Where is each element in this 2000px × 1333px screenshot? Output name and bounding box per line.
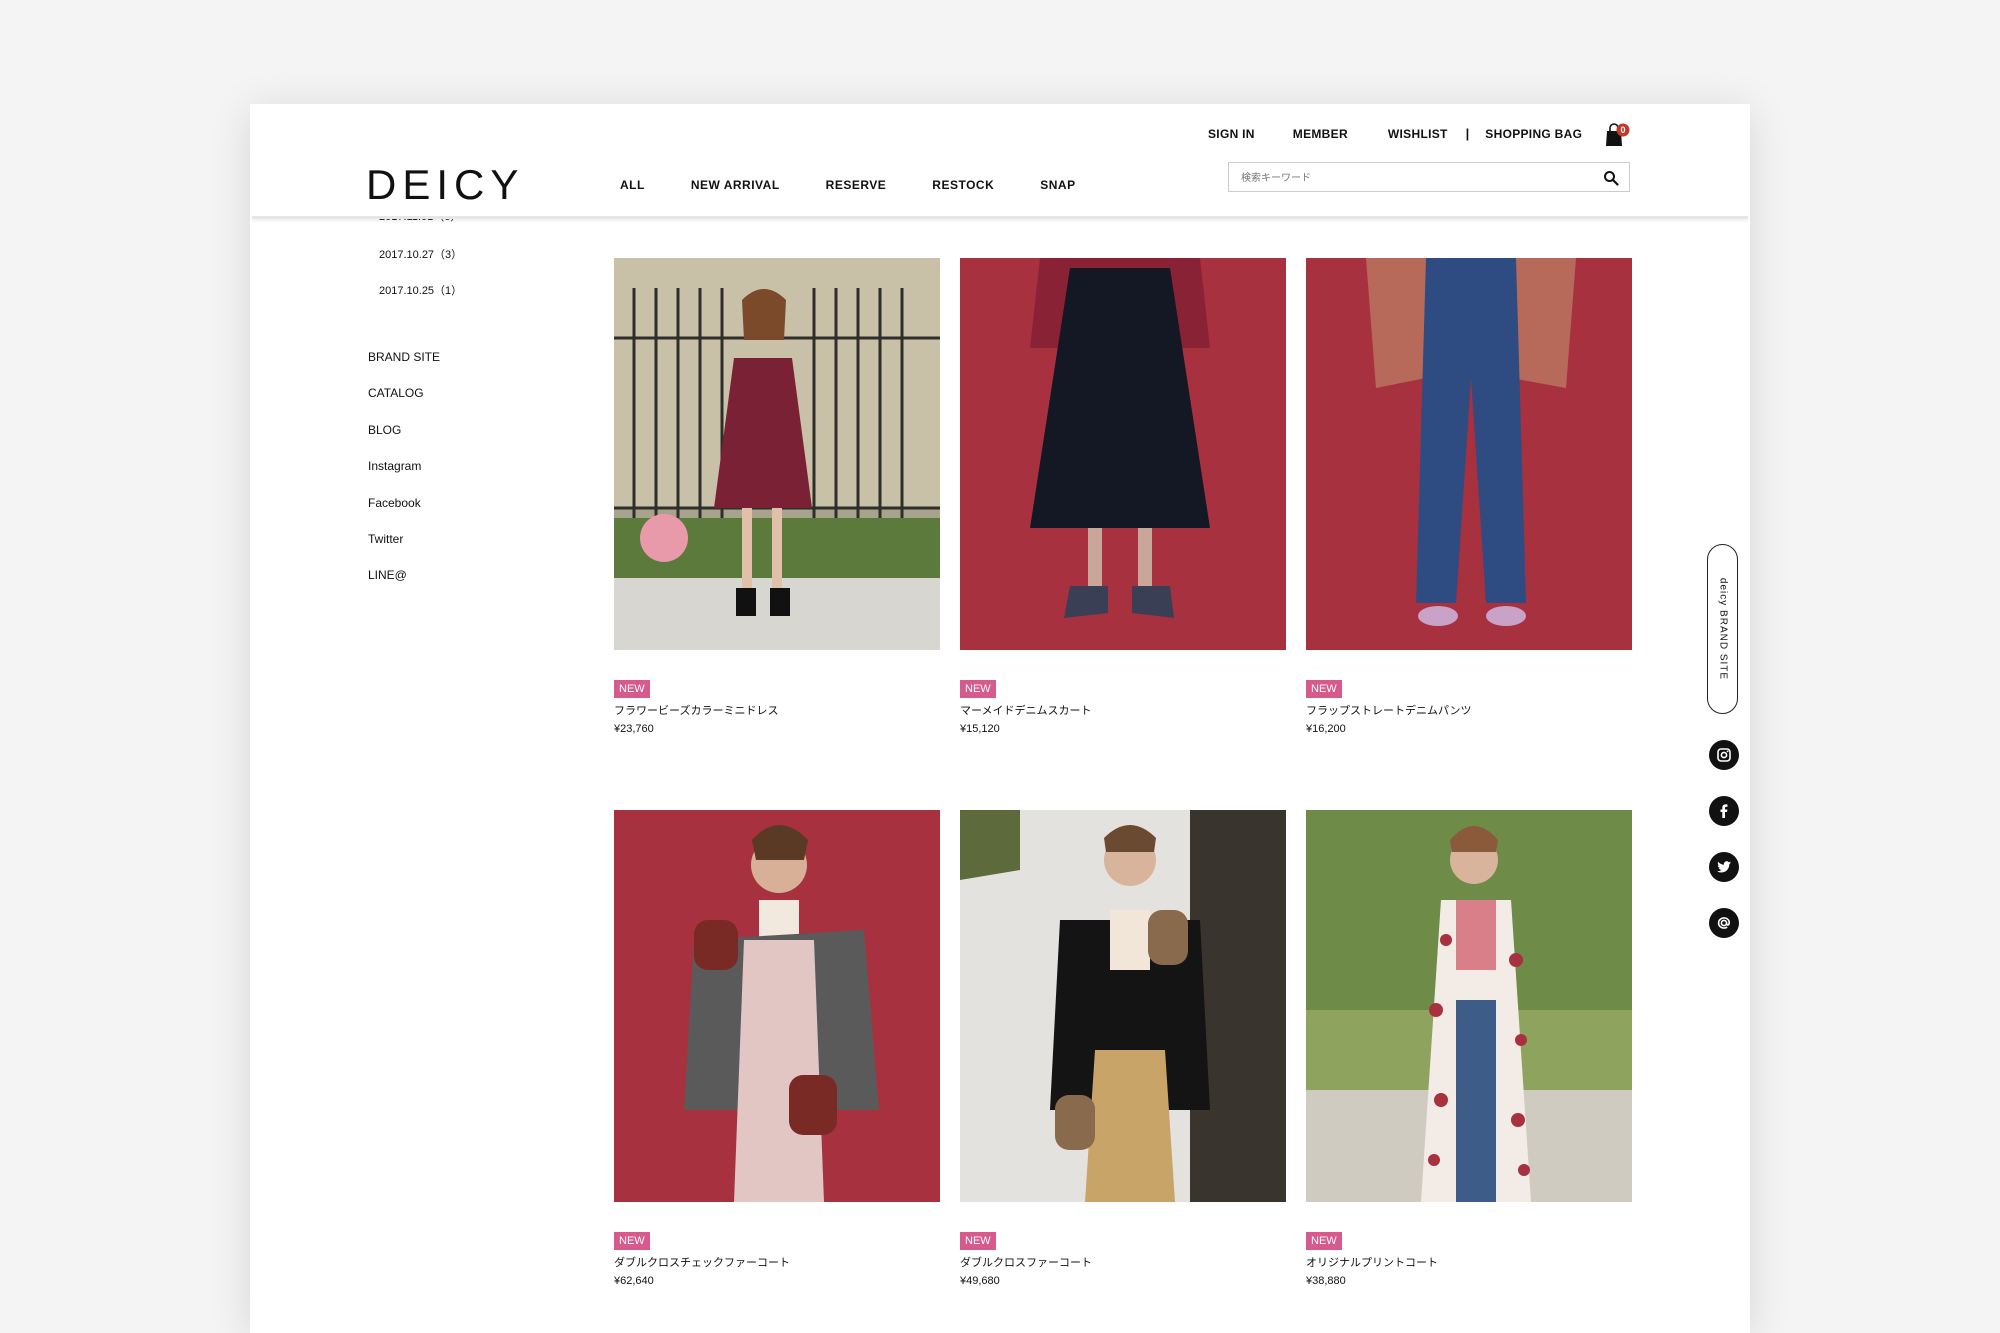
- user-nav: SIGN IN MEMBER WISHLIST | SHOPPING BAG: [1208, 126, 1582, 141]
- browser-window: 2017.11.01（6） 2017.10.27（3） 2017.10.25（1…: [250, 104, 1750, 1333]
- new-badge: NEW: [614, 680, 650, 698]
- new-badge: NEW: [1306, 1232, 1342, 1250]
- nav-snap[interactable]: SNAP: [1040, 178, 1075, 192]
- new-badge: NEW: [960, 1232, 996, 1250]
- product-photo[interactable]: [1306, 258, 1632, 650]
- nav-reserve[interactable]: RESERVE: [826, 178, 887, 192]
- product-price: ¥23,760: [614, 723, 654, 735]
- product-name[interactable]: オリジナルプリントコート: [1306, 1254, 1632, 1270]
- archive-date-link[interactable]: 2017.10.25（1）: [379, 282, 462, 298]
- bag-count: 0: [1620, 125, 1625, 135]
- product-card[interactable]: NEW ダブルクロスファーコート ¥49,680: [960, 810, 1286, 1287]
- product-name[interactable]: マーメイドデニムスカート: [960, 702, 1286, 718]
- product-name[interactable]: ダブルクロスファーコート: [960, 1254, 1286, 1270]
- brand-site-label: deicy BRAND SITE: [1717, 577, 1728, 681]
- sidebar-link-brand-site[interactable]: BRAND SITE: [368, 350, 440, 364]
- nav-separator: |: [1465, 126, 1470, 141]
- shopping-bag-link[interactable]: SHOPPING BAG: [1485, 127, 1582, 141]
- new-badge: NEW: [960, 680, 996, 698]
- archive-date-link[interactable]: 2017.10.27（3）: [379, 246, 462, 262]
- sidebar-link-blog[interactable]: BLOG: [368, 423, 401, 437]
- product-name[interactable]: フラップストレートデニムパンツ: [1306, 702, 1632, 718]
- sidebar-link-catalog[interactable]: CATALOG: [368, 386, 424, 400]
- search-icon[interactable]: [1603, 170, 1619, 186]
- brand-site-tab[interactable]: deicy BRAND SITE: [1707, 544, 1738, 714]
- product-photo[interactable]: [614, 810, 940, 1202]
- sidebar-link-line[interactable]: LINE@: [368, 568, 407, 582]
- product-price: ¥62,640: [614, 1275, 654, 1287]
- shopping-bag-icon[interactable]: 0: [1604, 122, 1630, 148]
- sign-in-link[interactable]: SIGN IN: [1208, 127, 1255, 141]
- product-card[interactable]: NEW フラワービーズカラーミニドレス ¥23,760: [614, 258, 940, 735]
- header-divider: [252, 216, 1748, 219]
- sidebar-link-facebook[interactable]: Facebook: [368, 496, 421, 510]
- product-card[interactable]: NEW オリジナルプリントコート ¥38,880: [1306, 810, 1632, 1287]
- product-card[interactable]: NEW ダブルクロスチェックファーコート ¥62,640: [614, 810, 940, 1287]
- nav-restock[interactable]: RESTOCK: [932, 178, 994, 192]
- product-photo[interactable]: [614, 258, 940, 650]
- product-name[interactable]: フラワービーズカラーミニドレス: [614, 702, 940, 718]
- new-badge: NEW: [614, 1232, 650, 1250]
- nav-new-arrival[interactable]: NEW ARRIVAL: [691, 178, 780, 192]
- line-at-icon[interactable]: [1709, 908, 1739, 938]
- product-card[interactable]: NEW マーメイドデニムスカート ¥15,120: [960, 258, 1286, 735]
- new-badge: NEW: [1306, 680, 1342, 698]
- site-header: DEICY ALL NEW ARRIVAL RESERVE RESTOCK SN…: [250, 104, 1750, 217]
- product-photo[interactable]: [960, 258, 1286, 650]
- product-price: ¥16,200: [1306, 723, 1346, 735]
- sidebar-link-instagram[interactable]: Instagram: [368, 459, 421, 473]
- site-logo[interactable]: DEICY: [366, 160, 524, 210]
- main-nav: ALL NEW ARRIVAL RESERVE RESTOCK SNAP: [620, 178, 1122, 192]
- product-price: ¥15,120: [960, 723, 1000, 735]
- search-input[interactable]: [1239, 169, 1583, 187]
- facebook-icon[interactable]: [1709, 796, 1739, 826]
- twitter-icon[interactable]: [1709, 852, 1739, 882]
- product-price: ¥49,680: [960, 1275, 1000, 1287]
- sidebar-link-twitter[interactable]: Twitter: [368, 532, 403, 546]
- member-link[interactable]: MEMBER: [1293, 127, 1348, 141]
- product-photo[interactable]: [1306, 810, 1632, 1202]
- instagram-icon[interactable]: [1709, 740, 1739, 770]
- product-name[interactable]: ダブルクロスチェックファーコート: [614, 1254, 940, 1270]
- product-card[interactable]: NEW フラップストレートデニムパンツ ¥16,200: [1306, 258, 1632, 735]
- nav-all[interactable]: ALL: [620, 178, 645, 192]
- wishlist-link[interactable]: WISHLIST: [1388, 127, 1448, 141]
- product-photo[interactable]: [960, 810, 1286, 1202]
- search-box: [1228, 162, 1630, 192]
- product-price: ¥38,880: [1306, 1275, 1346, 1287]
